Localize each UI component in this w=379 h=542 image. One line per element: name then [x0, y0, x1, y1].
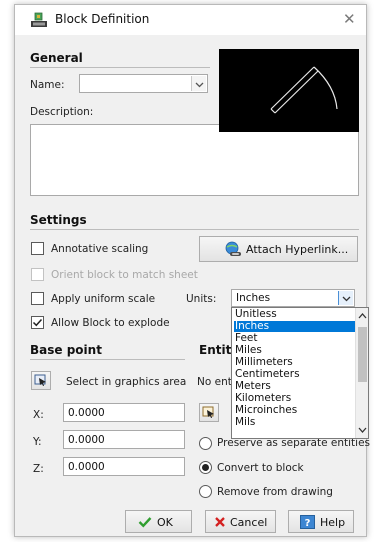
select-graphics-label: Select in graphics area [66, 376, 187, 388]
units-option[interactable]: Mils [234, 417, 355, 428]
units-option[interactable]: Kilometers [234, 393, 355, 404]
chevron-down-icon[interactable] [358, 426, 367, 434]
select-in-graphics-icon [202, 406, 214, 418]
chevron-down-icon[interactable] [191, 76, 206, 91]
allow-explode-label: Allow Block to explode [51, 317, 170, 329]
x-value: 0.0000 [68, 407, 105, 419]
units-option[interactable]: Unitless [234, 309, 355, 320]
units-label: Units: [186, 293, 217, 305]
ok-button[interactable]: OK [125, 510, 192, 533]
y-input[interactable]: 0.0000 [63, 430, 185, 449]
remove-radio[interactable] [199, 485, 212, 498]
chevron-up-icon[interactable] [358, 312, 367, 320]
attach-hyperlink-label: Attach Hyperlink... [246, 243, 349, 256]
cancel-button[interactable]: Cancel [205, 510, 276, 533]
base-point-divider [30, 359, 185, 360]
annotative-checkbox[interactable] [31, 242, 44, 255]
block-definition-icon [31, 12, 47, 27]
convert-radio[interactable] [199, 461, 212, 474]
convert-label: Convert to block [217, 462, 304, 474]
help-icon: ? [300, 515, 315, 529]
annotative-label: Annotative scaling [51, 243, 149, 255]
y-value: 0.0000 [68, 434, 105, 446]
svg-text:?: ? [305, 518, 311, 529]
help-label: Help [320, 516, 346, 529]
hyperlink-globe-icon [225, 241, 241, 256]
attach-hyperlink-button[interactable]: Attach Hyperlink... [199, 236, 358, 262]
preserve-radio[interactable] [199, 437, 212, 450]
units-option[interactable]: Inches [234, 321, 355, 332]
uniform-scale-label: Apply uniform scale [51, 293, 156, 305]
units-option[interactable]: Feet [234, 333, 355, 344]
y-label: Y: [33, 436, 42, 448]
allow-explode-checkbox[interactable] [31, 316, 44, 329]
units-option[interactable]: Millimeters [234, 357, 355, 368]
units-dropdown-list[interactable]: Unitless Inches Feet Miles Millimeters C… [231, 307, 369, 439]
title-bar: Block Definition ✕ [15, 5, 366, 35]
select-entities-button[interactable] [199, 403, 219, 422]
name-combobox[interactable] [79, 74, 208, 93]
units-option[interactable]: Microinches [234, 405, 355, 416]
z-value: 0.0000 [68, 461, 105, 473]
description-label: Description: [30, 106, 94, 118]
chevron-down-icon[interactable] [338, 291, 353, 305]
uniform-scale-checkbox[interactable] [31, 292, 44, 305]
checkmark-icon [138, 517, 152, 528]
units-option[interactable]: Miles [234, 345, 355, 356]
cancel-x-icon [215, 517, 225, 527]
entities-heading: Entiti [199, 343, 236, 357]
x-input[interactable]: 0.0000 [63, 403, 185, 422]
units-select[interactable]: Inches [231, 289, 355, 307]
name-label: Name: [30, 79, 65, 91]
settings-divider [30, 229, 359, 230]
units-option[interactable]: Meters [234, 381, 355, 392]
select-in-graphics-icon [34, 374, 46, 386]
general-heading: General [30, 51, 83, 65]
orient-label: Orient block to match sheet [51, 269, 198, 281]
remove-label: Remove from drawing [217, 486, 333, 498]
radio-selected-dot [202, 464, 209, 471]
checkmark-icon [32, 318, 43, 327]
x-label: X: [33, 409, 44, 421]
scrollbar-thumb[interactable] [358, 327, 367, 382]
general-divider [30, 67, 210, 68]
base-point-heading: Base point [30, 343, 102, 357]
block-preview [219, 49, 359, 132]
units-selected-value: Inches [236, 292, 271, 304]
select-base-point-button[interactable] [31, 371, 51, 390]
units-scrollbar[interactable] [355, 308, 368, 438]
ok-label: OK [157, 516, 173, 529]
z-label: Z: [33, 463, 44, 475]
description-textarea[interactable] [30, 124, 359, 196]
orient-checkbox[interactable] [31, 268, 44, 281]
dialog-title: Block Definition [55, 12, 150, 26]
close-icon[interactable]: ✕ [343, 11, 356, 27]
settings-heading: Settings [30, 213, 87, 227]
z-input[interactable]: 0.0000 [63, 457, 185, 476]
units-option[interactable]: Centimeters [234, 369, 355, 380]
help-button[interactable]: ? Help [288, 510, 354, 533]
entities-status-text: No enti [197, 376, 235, 388]
cancel-label: Cancel [230, 516, 268, 529]
block-preview-graphic [270, 66, 338, 114]
block-definition-dialog: Block Definition ✕ General Name: Descrip… [14, 4, 370, 537]
